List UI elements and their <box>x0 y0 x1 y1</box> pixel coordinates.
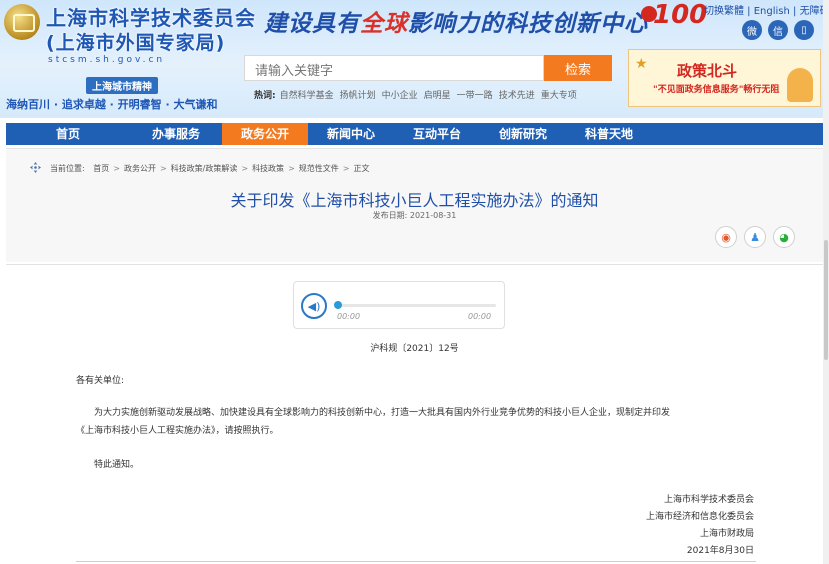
site-name[interactable]: 上海市科学技术委员会 <box>46 2 256 31</box>
promo-figure-icon <box>787 68 813 102</box>
site-header: 上海市科学技术委员会 (上海市外国专家局) stcsm.sh.gov.cn 上海… <box>0 0 829 118</box>
nav-item-science[interactable]: 科普天地 <box>566 123 652 145</box>
hot-word[interactable]: 扬帆计划 <box>340 91 376 101</box>
site-subtitle: (上海市外国专家局) <box>46 32 226 54</box>
breadcrumb: 当前位置: 首页 > 政务公开 > 科技政策/政策解读 > 科技政策 > 规范性文件 > 正文 <box>30 162 370 174</box>
slogan-part1: 建设具有 <box>264 10 360 37</box>
header-slogan: 建设具有全球影响力的科技创新中心 <box>264 4 648 38</box>
scrollbar-thumb[interactable] <box>824 240 828 360</box>
promo-banner[interactable]: ★ 政策北斗 "不见面政务信息服务"畅行无阻 <box>628 49 821 107</box>
main-nav: 首页 办事服务 政务公开 新闻中心 互动平台 创新研究 科普天地 <box>6 123 823 145</box>
hot-word[interactable]: 一带一路 <box>457 91 493 101</box>
breadcrumb-normative-docs[interactable]: 规范性文件 <box>299 164 339 173</box>
breadcrumb-label: 当前位置: <box>50 164 85 173</box>
promo-title: 政策北斗 <box>677 62 738 80</box>
page-title: 关于印发《上海市科技小巨人工程实施办法》的通知 <box>230 191 599 210</box>
audio-progress-knob[interactable] <box>334 301 342 309</box>
search-button[interactable]: 检索 <box>544 55 612 81</box>
page-scrollbar[interactable] <box>823 0 829 564</box>
content-bottom-line <box>76 561 756 562</box>
weibo-icon[interactable]: 微 <box>742 20 762 40</box>
body-paragraph-line2: 《上海市科技小巨人工程实施办法》，请按照执行。 <box>76 426 279 436</box>
link-english[interactable]: English <box>754 6 790 17</box>
document-number: 沪科规〔2021〕12号 <box>370 344 459 354</box>
nav-item-news[interactable]: 新闻中心 <box>308 123 394 145</box>
salutation: 各有关单位: <box>76 376 125 386</box>
publish-date: 发布日期: 2021-08-31 <box>372 211 457 220</box>
divider <box>6 264 823 265</box>
share-wechat-icon[interactable]: ◕ <box>773 226 795 248</box>
city-spirit-title: 上海城市精神 <box>86 77 158 94</box>
header-social: 微 信 ▯ <box>742 20 814 40</box>
mobile-icon[interactable]: ▯ <box>794 20 814 40</box>
hot-words: 热词: 自然科学基金 扬帆计划 中小企业 启明星 一带一路 技术先进 重大专项 <box>254 88 583 101</box>
body-paragraph-line1: 为大力实施创新驱动发展战略、加快建设具有全球影响力的科技创新中心，打造一大批具有… <box>94 408 671 418</box>
share-qq-icon[interactable]: ♟ <box>744 226 766 248</box>
site-domain: stcsm.sh.gov.cn <box>48 55 166 65</box>
promo-subtitle: "不见面政务信息服务"畅行无阻 <box>653 85 780 95</box>
city-spirit: 海纳百川 · 追求卓越 · 开明睿智 · 大气谦和 <box>6 98 218 111</box>
audio-total-time: 00:00 <box>468 312 492 321</box>
hot-words-label: 热词: <box>254 91 276 101</box>
breadcrumb-current: 正文 <box>353 164 370 173</box>
audio-player: ◀) 00:00 00:00 <box>293 281 505 329</box>
top-links: 切换繁體 | English | 无障碍 <box>704 6 829 17</box>
signer-2: 上海市经济和信息化委员会 <box>645 512 754 522</box>
centenary-badge[interactable]: 100 <box>639 0 707 44</box>
sign-date: 2021年8月30日 <box>686 546 754 556</box>
closing-text: 特此通知。 <box>94 460 140 470</box>
audio-play-icon[interactable]: ◀) <box>301 293 327 319</box>
nav-item-services[interactable]: 办事服务 <box>130 123 222 145</box>
share-weibo-icon[interactable]: ◉ <box>715 226 737 248</box>
nav-item-research[interactable]: 创新研究 <box>480 123 566 145</box>
link-traditional[interactable]: 切换繁體 <box>704 6 744 17</box>
breadcrumb-policy[interactable]: 科技政策 <box>252 164 284 173</box>
search-input[interactable]: 请输入关键字 <box>244 55 544 81</box>
slogan-part2: 影响力的科技创新中心 <box>408 10 648 37</box>
hot-word[interactable]: 技术先进 <box>499 91 535 101</box>
badge-number: 100 <box>653 0 708 30</box>
slogan-highlight: 全球 <box>360 10 408 37</box>
site-logo-icon[interactable] <box>4 4 40 40</box>
hot-word[interactable]: 自然科学基金 <box>280 91 334 101</box>
wechat-icon[interactable]: 信 <box>768 20 788 40</box>
signer-3: 上海市财政局 <box>699 529 754 539</box>
star-icon: ★ <box>635 56 648 72</box>
hot-word[interactable]: 启明星 <box>424 91 451 101</box>
audio-current-time: 00:00 <box>337 312 361 321</box>
nav-item-home[interactable]: 首页 <box>6 123 130 145</box>
breadcrumb-gov-affairs[interactable]: 政务公开 <box>124 164 156 173</box>
hot-word[interactable]: 重大专项 <box>541 91 577 101</box>
breadcrumb-home[interactable]: 首页 <box>93 164 109 173</box>
nav-item-interaction[interactable]: 互动平台 <box>394 123 480 145</box>
location-icon <box>30 162 41 173</box>
nav-item-gov-affairs[interactable]: 政务公开 <box>222 123 308 145</box>
hot-word[interactable]: 中小企业 <box>382 91 418 101</box>
signer-1: 上海市科学技术委员会 <box>663 495 754 505</box>
audio-progress-track[interactable] <box>336 304 496 307</box>
breadcrumb-policy-interpretation[interactable]: 科技政策/政策解读 <box>171 164 238 173</box>
